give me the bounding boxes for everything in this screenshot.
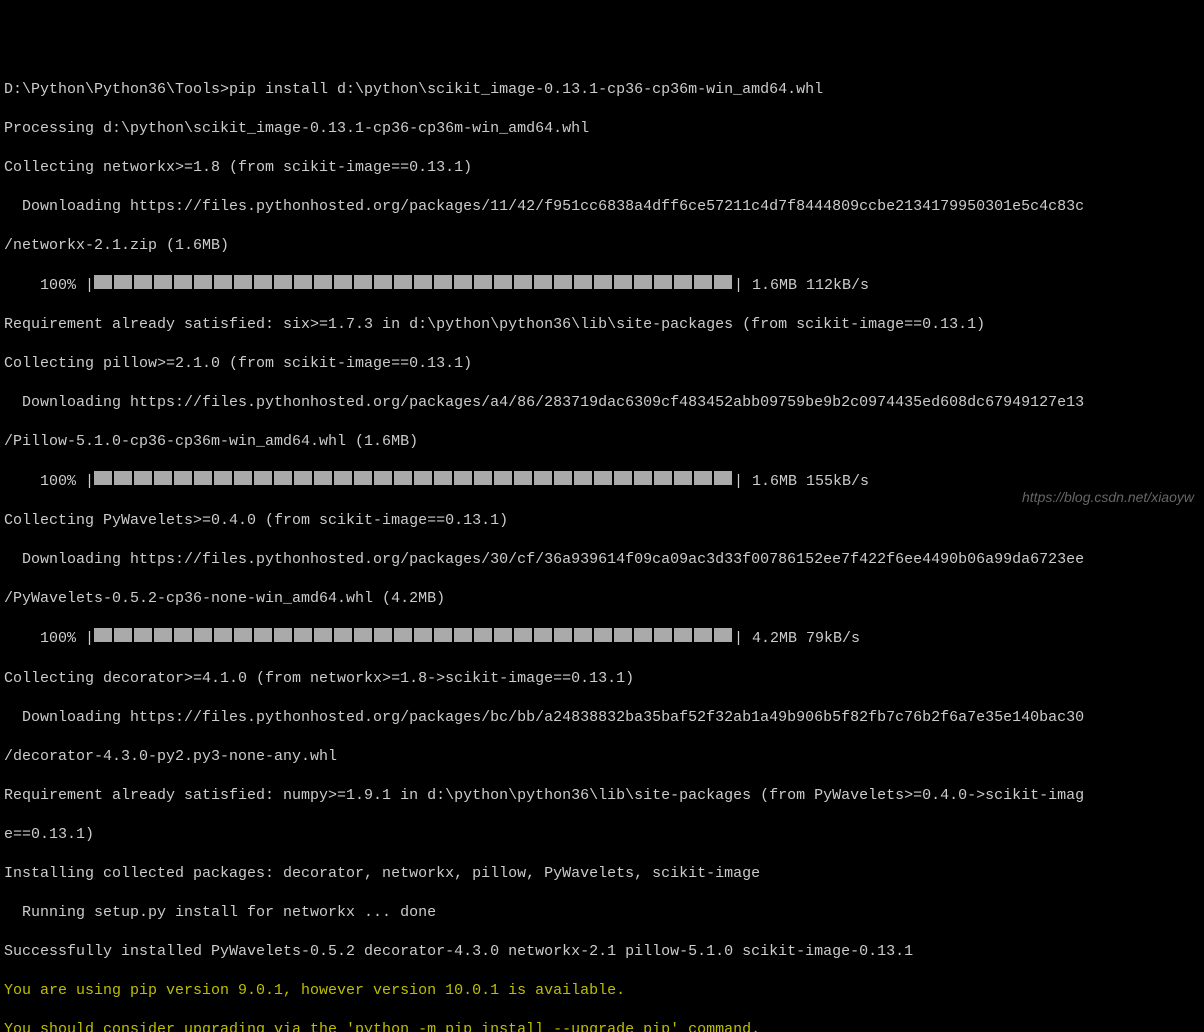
progress-line-3: 100% | | 4.2MB 79kB/s (4, 628, 1200, 649)
output-warning-2: You should consider upgrading via the 'p… (4, 1020, 1200, 1032)
output-decorator-file: /decorator-4.3.0-py2.py3-none-any.whl (4, 747, 1200, 767)
output-pywavelets-file: /PyWavelets-0.5.2-cp36-none-win_amd64.wh… (4, 589, 1200, 609)
progress-bar-2 (94, 471, 734, 492)
output-download-pywavelets: Downloading https://files.pythonhosted.o… (4, 550, 1200, 570)
output-collect-pywavelets: Collecting PyWavelets>=0.4.0 (from sciki… (4, 511, 1200, 531)
output-collect-networkx: Collecting networkx>=1.8 (from scikit-im… (4, 158, 1200, 178)
output-collect-pillow: Collecting pillow>=2.1.0 (from scikit-im… (4, 354, 1200, 374)
output-processing: Processing d:\python\scikit_image-0.13.1… (4, 119, 1200, 139)
output-download-pillow: Downloading https://files.pythonhosted.o… (4, 393, 1200, 413)
output-collect-decorator: Collecting decorator>=4.1.0 (from networ… (4, 669, 1200, 689)
progress-stats-1: | 1.6MB 112kB/s (734, 277, 869, 294)
output-download-networkx: Downloading https://files.pythonhosted.o… (4, 197, 1200, 217)
progress-label-2: 100% | (4, 473, 94, 490)
output-req-six: Requirement already satisfied: six>=1.7.… (4, 315, 1200, 335)
progress-label-1: 100% | (4, 277, 94, 294)
output-networkx-file: /networkx-2.1.zip (1.6MB) (4, 236, 1200, 256)
output-req-numpy: Requirement already satisfied: numpy>=1.… (4, 786, 1200, 806)
output-running-setup: Running setup.py install for networkx ..… (4, 903, 1200, 923)
progress-bar-1 (94, 275, 734, 296)
progress-stats-2: | 1.6MB 155kB/s (734, 473, 869, 490)
output-req-numpy-2: e==0.13.1) (4, 825, 1200, 845)
output-pillow-file: /Pillow-5.1.0-cp36-cp36m-win_amd64.whl (… (4, 432, 1200, 452)
progress-stats-3: | 4.2MB 79kB/s (734, 631, 860, 648)
output-warning-1: You are using pip version 9.0.1, however… (4, 981, 1200, 1001)
command-line: D:\Python\Python36\Tools>pip install d:\… (4, 80, 1200, 100)
output-download-decorator: Downloading https://files.pythonhosted.o… (4, 708, 1200, 728)
progress-line-1: 100% | | 1.6MB 112kB/s (4, 275, 1200, 296)
output-success: Successfully installed PyWavelets-0.5.2 … (4, 942, 1200, 962)
output-installing: Installing collected packages: decorator… (4, 864, 1200, 884)
progress-bar-3 (94, 628, 734, 649)
progress-label-3: 100% | (4, 631, 94, 648)
progress-line-2: 100% | | 1.6MB 155kB/s (4, 471, 1200, 492)
watermark-text: https://blog.csdn.net/xiaoyw (1022, 488, 1194, 506)
